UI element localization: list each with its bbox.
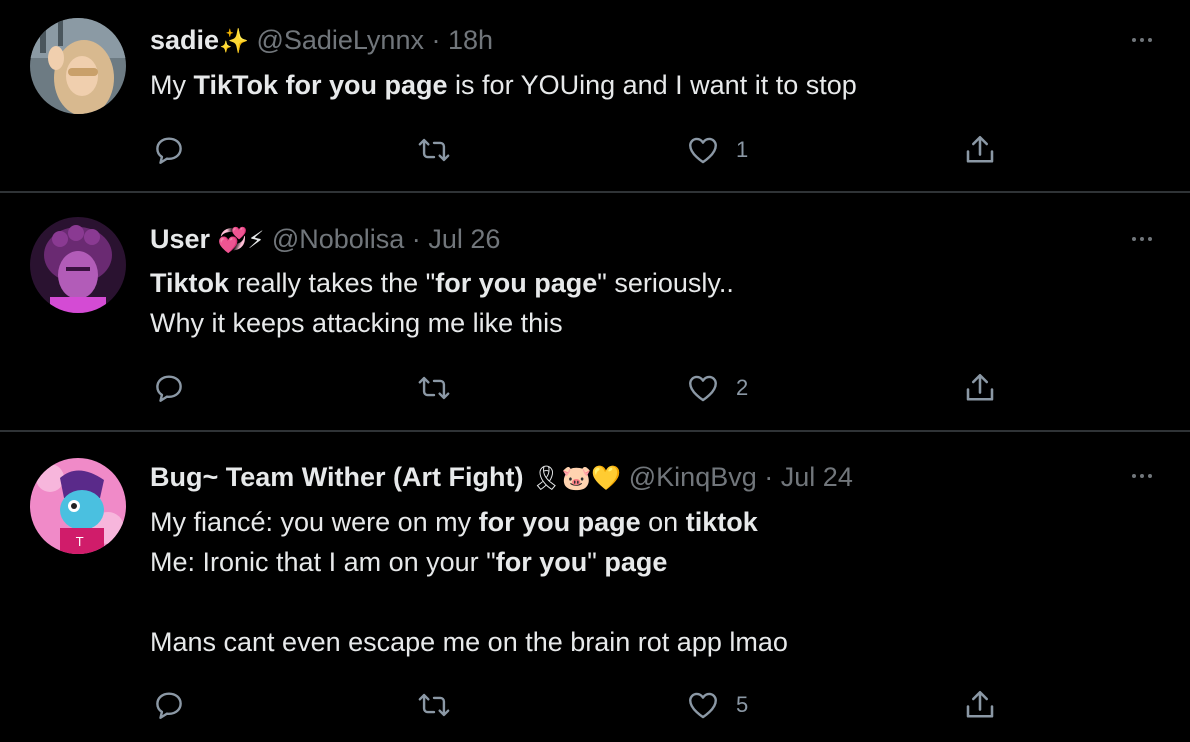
timestamp[interactable]: 18h [448, 25, 493, 55]
avatar[interactable]: T [30, 458, 126, 554]
tweet[interactable]: User 💞⚡ @Nobolisa · Jul 26 Tiktok really… [0, 193, 1190, 429]
tweet-actions: 1 [0, 130, 1190, 170]
retweet-button[interactable] [416, 368, 452, 408]
tweet[interactable]: sadie✨ @SadieLynnx · 18h My TikTok for y… [0, 0, 1190, 192]
tweet-text-line: Tiktok really takes the "for you page" s… [150, 263, 734, 303]
display-name[interactable]: sadie [150, 25, 219, 55]
retweet-icon [418, 376, 450, 400]
handle[interactable]: @SadieLynnx [256, 25, 424, 55]
reply-button[interactable] [152, 130, 186, 170]
share-icon [966, 373, 994, 401]
tweet-text-line: Why it keeps attacking me like this [150, 303, 734, 343]
share-icon [966, 690, 994, 718]
share-button[interactable] [962, 368, 998, 408]
tweet-header: sadie✨ @SadieLynnx · 18h [150, 23, 493, 58]
share-button[interactable] [962, 130, 998, 170]
like-button[interactable]: 1 [684, 130, 748, 170]
svg-text:T: T [75, 535, 84, 549]
share-button[interactable] [962, 685, 998, 725]
display-name[interactable]: User [150, 224, 210, 254]
highlighted-text: tiktok [685, 507, 758, 537]
text-segment: Mans cant even escape me on the brain ro… [150, 627, 788, 657]
text-segment: Me: Ironic that I am on your " [150, 547, 496, 577]
tweet-text-line: My TikTok for you page is for YOUing and… [150, 65, 857, 105]
like-count: 5 [736, 692, 749, 717]
text-segment: My [150, 70, 194, 100]
tweet-header: User 💞⚡ @Nobolisa · Jul 26 [150, 222, 500, 257]
avatar[interactable] [30, 217, 126, 313]
display-name[interactable]: Bug~ Team Wither (Art Fight) [150, 462, 524, 492]
like-count: 2 [736, 375, 749, 400]
highlighted-text: for you [495, 547, 588, 577]
handle[interactable]: @KinqBvg [629, 462, 757, 492]
reply-button[interactable] [152, 368, 186, 408]
text-segment: Why it keeps attacking me like this [150, 308, 563, 338]
more-icon[interactable] [1122, 466, 1162, 486]
timestamp[interactable]: Jul 26 [428, 224, 500, 254]
heart-icon [689, 692, 717, 719]
tweet-actions: 5 [0, 685, 1190, 725]
tweet-text-line: Mans cant even escape me on the brain ro… [150, 622, 788, 662]
text-segment: really takes the " [229, 268, 436, 298]
highlighted-text: for you page [435, 268, 598, 298]
separator: · [411, 224, 421, 254]
retweet-icon [418, 693, 450, 717]
more-icon[interactable] [1122, 30, 1162, 50]
text-segment: on [640, 507, 686, 537]
retweet-button[interactable] [416, 685, 452, 725]
text-segment: My fiancé: you were on my [150, 507, 479, 537]
highlighted-text: for you page [478, 507, 641, 537]
tweet-text: My TikTok for you page is for YOUing and… [150, 65, 857, 105]
tweet[interactable]: T Bug~ Team Wither (Art Fight) 🎗🐷💛 @Kinq… [0, 432, 1190, 742]
highlighted-text: TikTok for you page [193, 70, 448, 100]
like-button[interactable]: 5 [684, 685, 748, 725]
reply-button[interactable] [152, 685, 186, 725]
share-icon [966, 135, 994, 163]
tweet-text-line [150, 582, 788, 622]
handle[interactable]: @Nobolisa [272, 224, 404, 254]
more-icon[interactable] [1122, 229, 1162, 249]
name-emoji: ✨ [219, 27, 249, 55]
name-emoji: 💞⚡ [217, 226, 265, 254]
retweet-button[interactable] [416, 130, 452, 170]
tweet-text-line: My fiancé: you were on my for you page o… [150, 502, 788, 542]
reply-icon [156, 375, 182, 402]
text-segment: " seriously.. [597, 268, 734, 298]
heart-icon [689, 137, 717, 164]
tweet-header: Bug~ Team Wither (Art Fight) 🎗🐷💛 @KinqBv… [150, 460, 853, 495]
text-segment: is for YOUing and I want it to stop [447, 70, 857, 100]
name-emoji: 🎗🐷💛 [531, 464, 622, 492]
tweet-text: My fiancé: you were on my for you page o… [150, 502, 788, 662]
tweet-actions: 2 [0, 368, 1190, 408]
heart-icon [689, 375, 717, 402]
separator: · [764, 462, 774, 492]
avatar[interactable] [30, 18, 126, 114]
tweet-text: Tiktok really takes the "for you page" s… [150, 263, 734, 343]
separator: · [431, 25, 441, 55]
retweet-icon [418, 138, 450, 162]
timestamp[interactable]: Jul 24 [781, 462, 853, 492]
tweet-text-line: Me: Ironic that I am on your "for you" p… [150, 542, 788, 582]
like-button[interactable]: 2 [684, 368, 748, 408]
reply-icon [156, 137, 182, 164]
highlighted-text: page [604, 547, 668, 577]
like-count: 1 [736, 137, 749, 162]
reply-icon [156, 692, 182, 719]
highlighted-text: Tiktok [150, 268, 230, 298]
text-segment: " [587, 547, 605, 577]
